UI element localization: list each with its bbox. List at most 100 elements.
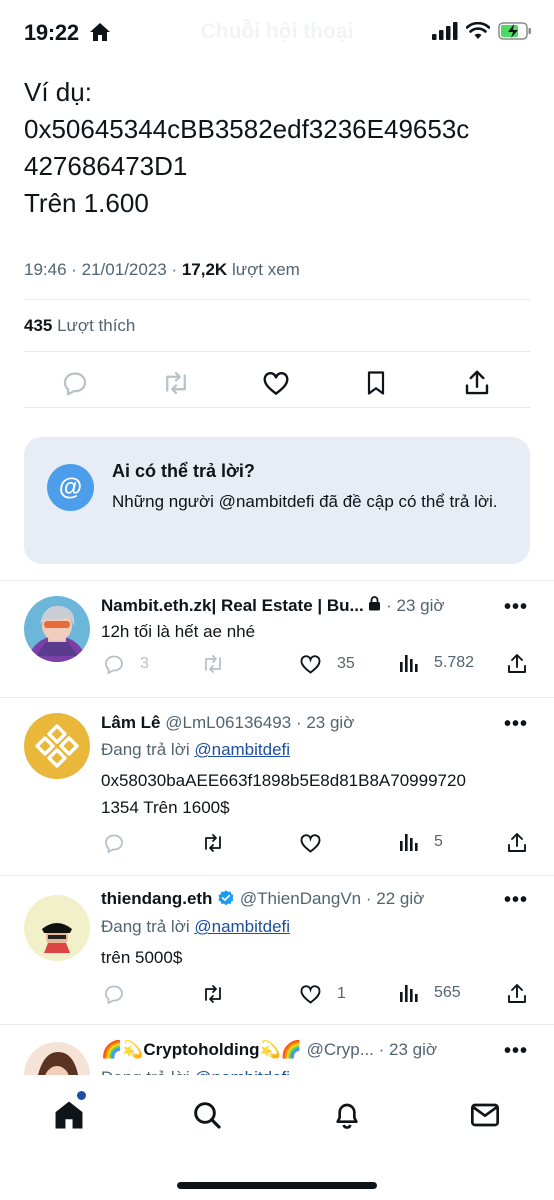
- more-options-button[interactable]: •••: [504, 889, 528, 912]
- avatar[interactable]: [24, 713, 90, 779]
- reply-time: · 23 giờ: [381, 596, 445, 615]
- tab-notifications[interactable]: [327, 1095, 367, 1135]
- retweet-icon: [166, 371, 186, 395]
- likes-count: 435: [24, 316, 53, 335]
- more-options-button[interactable]: •••: [504, 713, 528, 736]
- retweet-icon: [205, 655, 221, 673]
- avatar[interactable]: [24, 895, 90, 961]
- card-title: Ai có thể trả lời?: [112, 461, 255, 481]
- views-label: lượt xem: [227, 260, 300, 279]
- reply-time: · 22 giờ: [361, 889, 425, 908]
- more-options-button[interactable]: •••: [504, 596, 528, 619]
- share-button[interactable]: [460, 366, 494, 400]
- notification-dot: [77, 1091, 86, 1100]
- share-icon: [508, 654, 526, 673]
- reply-name-emoji: 💫🌈: [259, 1040, 302, 1059]
- reply-action-bar: 1 565: [0, 982, 554, 1012]
- verified-icon: [217, 889, 235, 908]
- tweet-timestamp: 19:46 · 21/01/2023 ·: [24, 260, 182, 279]
- tweet-line: 427686473D1: [24, 151, 188, 181]
- share-icon: [508, 984, 526, 1003]
- reply-button[interactable]: 3: [102, 652, 149, 676]
- wifi-icon: [465, 21, 491, 45]
- card-description: Những người @nambitdefi đã đề cập có thể…: [112, 492, 498, 511]
- status-icons: [432, 21, 532, 45]
- tab-messages[interactable]: [465, 1095, 505, 1135]
- reply-button[interactable]: [102, 982, 126, 1006]
- divider: [24, 407, 530, 408]
- like-icon: [263, 372, 289, 395]
- views-icon: [400, 655, 418, 672]
- reply-icon: [63, 372, 87, 396]
- share-button[interactable]: [505, 831, 529, 855]
- search-icon: [194, 1102, 221, 1129]
- views-count: 565: [434, 984, 461, 1001]
- reply-author-name[interactable]: Nambit.eth.zk| Real Estate | Bu...: [101, 596, 364, 615]
- share-icon: [465, 370, 489, 395]
- retweet-button[interactable]: [200, 652, 226, 676]
- like-count: 35: [337, 655, 355, 672]
- divider: [0, 697, 554, 698]
- reply-icon: [105, 985, 123, 1005]
- reply-author-name[interactable]: Cryptoholding: [143, 1040, 259, 1059]
- reply-time: · 23 giờ: [373, 1040, 438, 1059]
- retweet-button[interactable]: [200, 831, 226, 855]
- mention-link[interactable]: @nambitdefi: [194, 740, 290, 759]
- retweet-button[interactable]: [200, 982, 226, 1006]
- views-button[interactable]: 565: [398, 982, 461, 1004]
- reply-button[interactable]: [102, 831, 126, 855]
- signal-icon: [432, 22, 458, 45]
- replying-to: Đang trả lời @nambitdefi: [101, 917, 290, 937]
- share-button[interactable]: [505, 982, 529, 1006]
- divider: [24, 351, 530, 352]
- reply-time: · 23 giờ: [291, 713, 355, 732]
- views-count: 5.782: [434, 654, 475, 671]
- retweet-icon: [205, 834, 221, 852]
- views-button[interactable]: 5: [398, 831, 443, 853]
- share-icon: [508, 833, 526, 852]
- reply-author-name[interactable]: Lâm Lê: [101, 713, 161, 732]
- tab-search[interactable]: [187, 1095, 227, 1135]
- divider: [0, 1024, 554, 1025]
- tab-home[interactable]: [49, 1095, 89, 1135]
- reply-handle: @LmL06136493: [160, 713, 292, 732]
- bookmark-button[interactable]: [359, 366, 393, 400]
- reply-handle: @Cryp...: [301, 1040, 374, 1059]
- like-button[interactable]: 1: [298, 982, 346, 1006]
- views-icon: [400, 834, 418, 851]
- reply-name-emoji: 🌈💫: [101, 1040, 144, 1059]
- messages-icon: [471, 1103, 499, 1127]
- reply-icon: [105, 834, 123, 854]
- lock-icon: [368, 596, 381, 615]
- at-sign-icon: @: [47, 464, 94, 511]
- tweet-meta: 19:46 · 21/01/2023 · 17,2K lượt xem: [24, 260, 300, 280]
- share-button[interactable]: [505, 652, 529, 676]
- reply-header: Nambit.eth.zk| Real Estate | Bu... · 23 …: [101, 596, 501, 616]
- reply-header: Lâm Lê @LmL06136493 · 23 giờ: [101, 713, 501, 733]
- reply-action-bar: 5: [0, 831, 554, 861]
- replying-to: Đang trả lời @nambitdefi: [101, 740, 290, 760]
- like-icon: [300, 985, 321, 1004]
- like-button[interactable]: [298, 831, 323, 855]
- reply-author-name[interactable]: thiendang.eth: [101, 889, 212, 908]
- reply-icon: [105, 655, 123, 675]
- reply-text: trên 5000$: [101, 948, 183, 967]
- tweet-line: Ví dụ:: [24, 77, 92, 107]
- tweet-action-bar: [0, 360, 554, 406]
- like-button[interactable]: 35: [298, 652, 355, 676]
- mention-link[interactable]: @nambitdefi: [194, 917, 290, 936]
- reply-header: 🌈💫Cryptoholding💫🌈 @Cryp... · 23 giờ: [101, 1040, 501, 1060]
- more-options-button[interactable]: •••: [504, 1040, 528, 1063]
- likes-summary[interactable]: 435 Lượt thích: [24, 316, 135, 336]
- like-icon: [300, 834, 321, 853]
- reply-text: 1354 Trên 1600$: [101, 798, 230, 817]
- views-count[interactable]: 17,2K: [182, 260, 227, 279]
- retweet-button[interactable]: [159, 366, 193, 400]
- notifications-icon: [336, 1103, 358, 1129]
- bottom-tab-bar: [0, 1075, 554, 1200]
- views-count: 5: [434, 833, 443, 850]
- reply-button[interactable]: [58, 366, 92, 400]
- like-button[interactable]: [259, 366, 293, 400]
- like-count: 1: [337, 985, 346, 1002]
- views-button[interactable]: 5.782: [398, 652, 474, 674]
